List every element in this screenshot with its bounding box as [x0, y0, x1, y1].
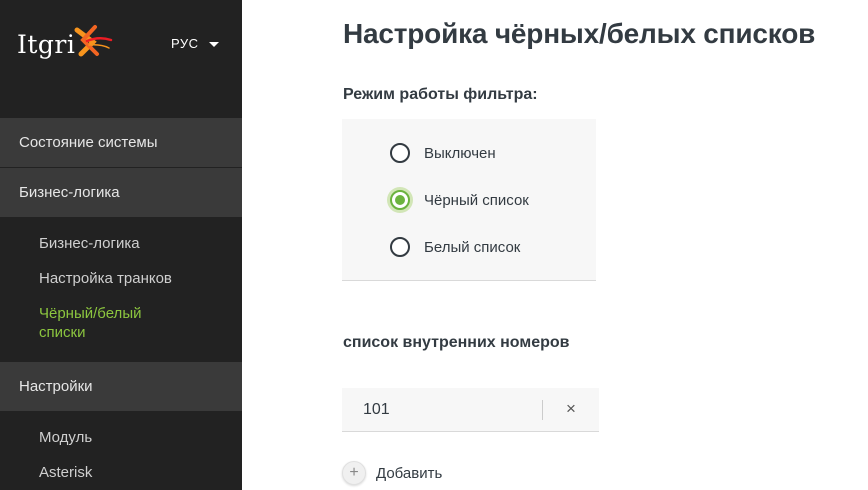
close-icon[interactable]: ×: [563, 399, 579, 419]
radio-label: Чёрный список: [424, 191, 529, 209]
logo[interactable]: Itgri: [17, 24, 113, 64]
internal-number-value[interactable]: 101: [363, 401, 390, 419]
add-label: Добавить: [376, 464, 443, 482]
sidebar-item-asterisk[interactable]: Asterisk: [39, 463, 92, 482]
divider: [542, 400, 543, 420]
radio-label: Выключен: [424, 144, 496, 162]
sidebar-section-label: Состояние системы: [19, 134, 158, 151]
caret-down-icon: [208, 41, 219, 47]
sidebar-section-settings[interactable]: Настройки: [0, 362, 242, 411]
sidebar-item-black-white-lists[interactable]: Чёрный/белый списки: [39, 304, 189, 342]
page-title: Настройка чёрных/белых списков: [343, 18, 816, 49]
radio-icon[interactable]: [390, 237, 410, 257]
sidebar-item-trunk-settings[interactable]: Настройка транков: [39, 269, 172, 288]
sidebar: Itgri РУС Состояние системы Бизнес-логик…: [0, 0, 242, 490]
logo-text: Itgri: [17, 29, 76, 59]
radio-label: Белый список: [424, 238, 521, 256]
sidebar-section-label: Настройки: [19, 378, 93, 395]
itgrix-logo-mark-icon: [74, 25, 113, 57]
sidebar-section-business-logic[interactable]: Бизнес-логика: [0, 168, 242, 217]
radio-option-disabled[interactable]: Выключен: [390, 143, 496, 163]
main-content: Настройка чёрных/белых списков Режим раб…: [242, 0, 868, 490]
plus-icon: +: [342, 461, 366, 485]
list-item: 101 ×: [342, 388, 599, 432]
sidebar-section-label: Бизнес-логика: [19, 184, 120, 201]
radio-icon[interactable]: [390, 143, 410, 163]
language-label: РУС: [171, 36, 199, 51]
filter-mode-radio-group: Выключен Чёрный список Белый список: [342, 119, 596, 281]
sidebar-item-module[interactable]: Модуль: [39, 428, 92, 447]
internal-numbers-label: список внутренних номеров: [343, 334, 570, 351]
filter-mode-label: Режим работы фильтра:: [343, 86, 538, 103]
sidebar-item-business-logic[interactable]: Бизнес-логика: [39, 234, 140, 253]
app-window: Itgri РУС Состояние системы Бизнес-логик…: [0, 0, 868, 490]
radio-option-blacklist[interactable]: Чёрный список: [390, 190, 529, 210]
sidebar-section-system-status[interactable]: Состояние системы: [0, 118, 242, 167]
radio-icon-checked[interactable]: [390, 190, 410, 210]
add-number-button[interactable]: + Добавить: [342, 461, 442, 485]
radio-option-whitelist[interactable]: Белый список: [390, 237, 520, 257]
language-selector[interactable]: РУС: [171, 36, 219, 51]
